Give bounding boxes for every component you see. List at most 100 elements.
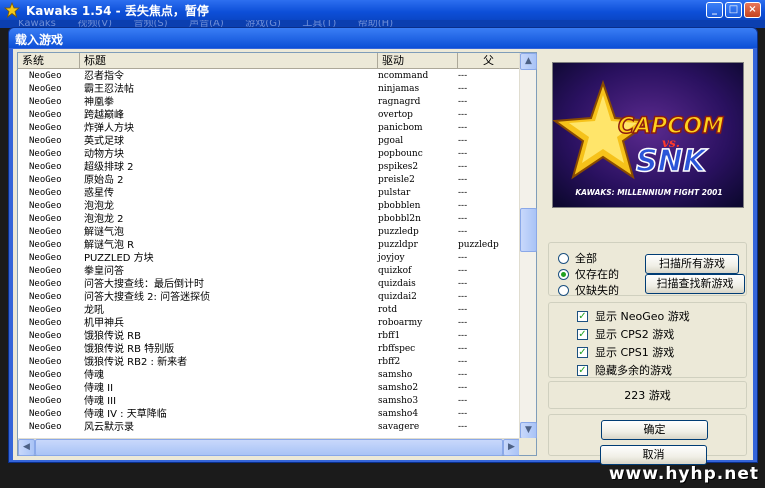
game-list[interactable]: 系统 标题 驱动 父 NeoGeo 忍者指令 ncommand --- NeoGeo 霸王… xyxy=(17,52,537,456)
table-row[interactable]: NeoGeo 侍魂 IV : 天草降临 samsho4 --- xyxy=(18,408,520,421)
row-parent: --- xyxy=(458,188,468,198)
cancel-button[interactable]: 取消 xyxy=(600,445,707,465)
radio-button-icon[interactable] xyxy=(558,268,569,280)
scroll-up-icon[interactable]: ▲ xyxy=(520,53,537,70)
row-title: 跨越巅峰 xyxy=(84,110,124,121)
row-driver: puzzledp xyxy=(378,227,419,237)
table-row[interactable]: NeoGeo 跨越巅峰 overtop --- xyxy=(18,109,520,122)
table-row[interactable]: NeoGeo 侍魂 III samsho3 --- xyxy=(18,395,520,408)
radio-button-icon[interactable] xyxy=(558,252,569,264)
table-row[interactable]: NeoGeo 神凰拳 ragnagrd --- xyxy=(18,96,520,109)
row-title: 忍者指令 xyxy=(84,71,124,82)
row-title: 饿狼传说 RB 特别版 xyxy=(84,344,175,355)
scan-all-games-button[interactable]: 扫描所有游戏 xyxy=(645,254,739,274)
row-driver: pulstar xyxy=(378,188,411,198)
table-row[interactable]: NeoGeo 龙吼 rotd --- xyxy=(18,304,520,317)
horizontal-scroll-thumb[interactable] xyxy=(35,439,503,456)
table-row[interactable]: NeoGeo 机甲神兵 roboarmy --- xyxy=(18,317,520,330)
vertical-scroll-thumb[interactable] xyxy=(520,208,537,252)
row-system: NeoGeo xyxy=(29,84,62,94)
table-row[interactable]: NeoGeo 解谜气泡 puzzledp --- xyxy=(18,226,520,239)
row-system: NeoGeo xyxy=(29,175,62,185)
row-system: NeoGeo xyxy=(29,149,62,159)
table-row[interactable]: NeoGeo 泡泡龙 2 pbobbl2n --- xyxy=(18,213,520,226)
table-row[interactable]: NeoGeo 问答大搜查线：最后倒计时 quizdais --- xyxy=(18,278,520,291)
scroll-left-icon[interactable]: ◀ xyxy=(18,439,35,456)
scan-new-games-button[interactable]: 扫描查找新游戏 xyxy=(645,274,745,294)
checkbox-icon[interactable]: ✓ xyxy=(577,310,588,322)
main-title-bar: Kawaks 1.54 - 丢失焦点，暂停 _ □ × xyxy=(0,0,765,20)
row-system: NeoGeo xyxy=(29,357,62,367)
load-game-dialog: 载入游戏 系统 标题 驱动 父 NeoGeo 忍者指令 ncommand --- Neo… xyxy=(8,27,758,465)
row-title: 神凰拳 xyxy=(84,97,114,108)
scroll-down-icon[interactable]: ▼ xyxy=(520,422,537,439)
row-driver: roboarmy xyxy=(378,318,423,328)
row-title: 炸弹人方块 xyxy=(84,123,134,134)
row-parent: --- xyxy=(458,110,468,120)
checkbox-show-cps1[interactable]: ✓ 显示 CPS1 游戏 xyxy=(577,344,674,360)
row-title: 饿狼传说 RB2 : 新来者 xyxy=(84,357,188,368)
column-header-parent[interactable]: 父 xyxy=(458,53,520,69)
row-title: 霸王忍法帖 xyxy=(84,84,134,95)
table-row[interactable]: NeoGeo 原始岛 2 preisle2 --- xyxy=(18,174,520,187)
row-parent: --- xyxy=(458,331,468,341)
checkbox-hide-redundant[interactable]: ✓ 隐藏多余的游戏 xyxy=(577,362,672,378)
scroll-right-icon[interactable]: ▶ xyxy=(503,439,520,456)
checkbox-icon[interactable]: ✓ xyxy=(577,346,588,358)
column-header-driver[interactable]: 驱动 xyxy=(378,53,458,69)
column-header-title[interactable]: 标题 xyxy=(80,53,378,69)
table-row[interactable]: NeoGeo 炸弹人方块 panicbom --- xyxy=(18,122,520,135)
row-parent: --- xyxy=(458,422,468,432)
row-driver: panicbom xyxy=(378,123,423,133)
table-row[interactable]: NeoGeo 解谜气泡 R puzzldpr puzzledp xyxy=(18,239,520,252)
table-row[interactable]: NeoGeo 饿狼传说 RB 特别版 rbffspec --- xyxy=(18,343,520,356)
column-header-system[interactable]: 系统 xyxy=(18,53,80,69)
table-row[interactable]: NeoGeo 动物方块 popbounc --- xyxy=(18,148,520,161)
row-driver: rbff1 xyxy=(378,331,401,341)
checkbox-show-neogeo[interactable]: ✓ 显示 NeoGeo 游戏 xyxy=(577,308,690,324)
row-parent: --- xyxy=(458,149,468,159)
row-driver: quizkof xyxy=(378,266,412,276)
table-row[interactable]: NeoGeo 忍者指令 ncommand --- xyxy=(18,70,520,83)
radio-button-icon[interactable] xyxy=(558,284,569,296)
checkbox-label: 显示 NeoGeo 游戏 xyxy=(595,310,690,323)
ok-button[interactable]: 确定 xyxy=(601,420,708,440)
row-system: NeoGeo xyxy=(29,383,62,393)
table-row[interactable]: NeoGeo 侍魂 samsho --- xyxy=(18,369,520,382)
horizontal-scrollbar[interactable]: ◀ ▶ xyxy=(18,438,520,456)
table-row[interactable]: NeoGeo 惑星传 pulstar --- xyxy=(18,187,520,200)
table-row[interactable]: NeoGeo 饿狼传说 RB2 : 新来者 rbff2 --- xyxy=(18,356,520,369)
row-driver: rbffspec xyxy=(378,344,416,354)
table-row[interactable]: NeoGeo 超级排球 2 pspikes2 --- xyxy=(18,161,520,174)
row-title: 拳皇问答 xyxy=(84,266,124,277)
table-row[interactable]: NeoGeo 饿狼传说 RB rbff1 --- xyxy=(18,330,520,343)
table-row[interactable]: NeoGeo 问答大搜查线 2: 问答迷探侦 quizdai2 --- xyxy=(18,291,520,304)
table-row[interactable]: NeoGeo 拳皇问答 quizkof --- xyxy=(18,265,520,278)
checkbox-icon[interactable]: ✓ xyxy=(577,364,588,376)
row-title: 龙吼 xyxy=(84,305,104,316)
table-row[interactable]: NeoGeo 侍魂 II samsho2 --- xyxy=(18,382,520,395)
row-system: NeoGeo xyxy=(29,240,62,250)
checkbox-show-cps2[interactable]: ✓ 显示 CPS2 游戏 xyxy=(577,326,674,342)
radio-existing-label: 仅存在的 xyxy=(575,268,619,281)
list-rows: NeoGeo 忍者指令 ncommand --- NeoGeo 霸王忍法帖 ninjamas… xyxy=(18,70,520,439)
dialog-body: 系统 标题 驱动 父 NeoGeo 忍者指令 ncommand --- NeoGeo 霸王… xyxy=(13,49,753,465)
close-button[interactable]: × xyxy=(744,2,761,18)
maximize-button[interactable]: □ xyxy=(725,2,742,18)
table-row[interactable]: NeoGeo 霸王忍法帖 ninjamas --- xyxy=(18,83,520,96)
radio-missing-only[interactable]: 仅缺失的 xyxy=(558,282,619,298)
checkbox-label: 显示 CPS1 游戏 xyxy=(595,346,675,359)
radio-all[interactable]: 全部 xyxy=(558,250,597,266)
radio-existing-only[interactable]: 仅存在的 xyxy=(558,266,619,282)
checkbox-icon[interactable]: ✓ xyxy=(577,328,588,340)
table-row[interactable]: NeoGeo 英式足球 pgoal --- xyxy=(18,135,520,148)
row-title: PUZZLED 方块 xyxy=(84,253,154,264)
table-row[interactable]: NeoGeo 风云默示录 savagere --- xyxy=(18,421,520,434)
row-title: 惑星传 xyxy=(84,188,114,199)
row-system: NeoGeo xyxy=(29,97,62,107)
table-row[interactable]: NeoGeo PUZZLED 方块 joyjoy --- xyxy=(18,252,520,265)
row-system: NeoGeo xyxy=(29,253,62,263)
vertical-scrollbar[interactable]: ▲ ▼ xyxy=(519,53,537,439)
table-row[interactable]: NeoGeo 泡泡龙 pbobblen --- xyxy=(18,200,520,213)
minimize-button[interactable]: _ xyxy=(706,2,723,18)
